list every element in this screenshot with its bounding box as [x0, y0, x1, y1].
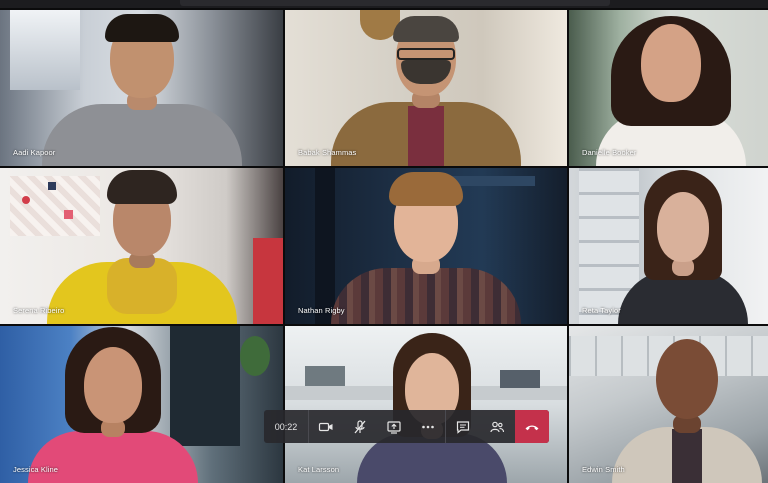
participant-video: [602, 326, 768, 483]
office-monitor: [305, 366, 345, 386]
participant-tile[interactable]: Aadi Kapoor: [0, 10, 283, 166]
participant-video: [586, 10, 756, 166]
video-grid: Aadi Kapoor Babak Shammas Danielle Booke…: [0, 10, 768, 483]
participant-video: [46, 168, 237, 324]
share-screen-button[interactable]: [377, 410, 411, 443]
participant-video: [41, 10, 242, 166]
chat-icon: [456, 420, 470, 434]
participant-video: [352, 326, 512, 483]
participant-tile[interactable]: Kat Larsson: [285, 326, 567, 483]
participants-button[interactable]: [480, 410, 514, 443]
participant-tile[interactable]: Jessica Kline: [0, 326, 283, 483]
participant-name: Serena Ribeiro: [13, 306, 65, 315]
call-timer: 00:22: [274, 421, 298, 432]
participants-icon: [490, 421, 505, 432]
participant-name: Nathan Rigby: [298, 306, 345, 315]
mic-muted-icon: [354, 419, 366, 433]
participant-name: Edwin Smith: [582, 465, 625, 474]
plant: [240, 336, 270, 376]
chat-button[interactable]: [446, 410, 480, 443]
mic-toggle-button[interactable]: [343, 410, 377, 443]
participant-name: Reta Taylor: [582, 306, 621, 315]
call-controls-bar: 00:22: [264, 410, 549, 443]
more-options-icon: [422, 425, 434, 428]
participant-tile[interactable]: Danielle Booker: [569, 10, 768, 166]
participant-video: [18, 326, 208, 483]
participant-name: Jessica Kline: [13, 465, 59, 474]
more-options-button[interactable]: [411, 410, 445, 443]
participant-tile[interactable]: Reta Taylor: [569, 168, 768, 324]
wall-decoration: [22, 196, 30, 204]
video-toggle-button[interactable]: [309, 410, 343, 443]
participant-tile[interactable]: Edwin Smith: [569, 326, 768, 483]
participant-video: [608, 168, 758, 324]
participant-video: [331, 168, 521, 324]
chair: [253, 238, 283, 324]
share-screen-icon: [387, 420, 401, 434]
top-notch: [180, 0, 610, 6]
participant-video: [331, 10, 521, 166]
window-top-bar: [0, 0, 768, 8]
participant-name: Babak Shammas: [298, 148, 357, 157]
video-camera-icon: [318, 422, 333, 431]
participant-tile[interactable]: Serena Ribeiro: [0, 168, 283, 324]
participant-tile[interactable]: Nathan Rigby: [285, 168, 567, 324]
participant-name: Danielle Booker: [582, 148, 637, 157]
participant-name: Kat Larsson: [298, 465, 340, 474]
participant-name: Aadi Kapoor: [13, 148, 56, 157]
hang-up-button[interactable]: [515, 410, 549, 443]
participant-tile[interactable]: Babak Shammas: [285, 10, 567, 166]
hang-up-icon: [525, 425, 539, 430]
